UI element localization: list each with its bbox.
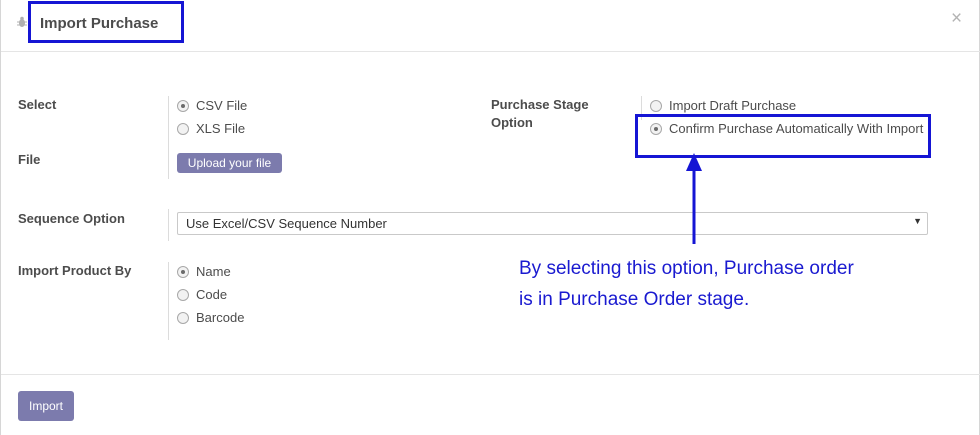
bug-icon (17, 16, 27, 27)
radio-icon[interactable] (177, 311, 189, 324)
select-label: Select (18, 97, 57, 112)
radio-barcode[interactable]: Barcode (177, 310, 244, 325)
radio-icon[interactable] (177, 265, 189, 278)
divider (168, 209, 169, 241)
annotation-line2: is in Purchase Order stage. (519, 289, 750, 310)
divider (168, 262, 169, 340)
file-label: File (18, 152, 41, 167)
radio-label: Code (196, 287, 228, 302)
import-button[interactable]: Import (18, 391, 74, 421)
purchase-stage-label-line2: Option (491, 115, 533, 130)
purchase-stage-label-line1: Purchase Stage (491, 97, 589, 112)
import-product-by-label: Import Product By (18, 263, 132, 278)
radio-icon[interactable] (177, 122, 189, 135)
title-highlight-box (28, 1, 184, 43)
radio-label: Name (196, 264, 231, 279)
radio-label: XLS File (196, 121, 246, 136)
upload-file-button[interactable]: Upload your file (177, 153, 282, 173)
annotation-line1: By selecting this option, Purchase order (519, 258, 854, 279)
annotation-text: By selecting this option, Purchase order… (519, 253, 919, 315)
footer-divider (1, 374, 980, 375)
sequence-option-label: Sequence Option (18, 211, 125, 226)
sequence-option-select[interactable]: Use Excel/CSV Sequence Number ▼ (177, 212, 928, 235)
dropdown-arrow-icon: ▼ (913, 216, 922, 226)
select-value: Use Excel/CSV Sequence Number (186, 216, 387, 231)
import-purchase-dialog: Import Purchase × Select CSV File XLS Fi… (0, 0, 980, 435)
radio-label: Import Draft Purchase (669, 98, 797, 113)
radio-icon[interactable] (177, 288, 189, 301)
radio-import-draft-purchase[interactable]: Import Draft Purchase (650, 98, 796, 113)
annotation-arrow-icon (686, 153, 702, 244)
radio-icon[interactable] (177, 99, 189, 112)
purchase-stage-label: Purchase Stage Option (491, 96, 589, 132)
radio-label: CSV File (196, 98, 248, 113)
radio-label: Barcode (196, 310, 245, 325)
dialog-header: Import Purchase × (1, 0, 980, 52)
radio-name[interactable]: Name (177, 264, 231, 279)
radio-icon[interactable] (650, 99, 662, 112)
radio-csv-file[interactable]: CSV File (177, 98, 247, 113)
option-highlight-box (635, 114, 931, 158)
radio-code[interactable]: Code (177, 287, 227, 302)
divider (168, 96, 169, 179)
radio-xls-file[interactable]: XLS File (177, 121, 245, 136)
close-icon[interactable]: × (951, 9, 962, 28)
